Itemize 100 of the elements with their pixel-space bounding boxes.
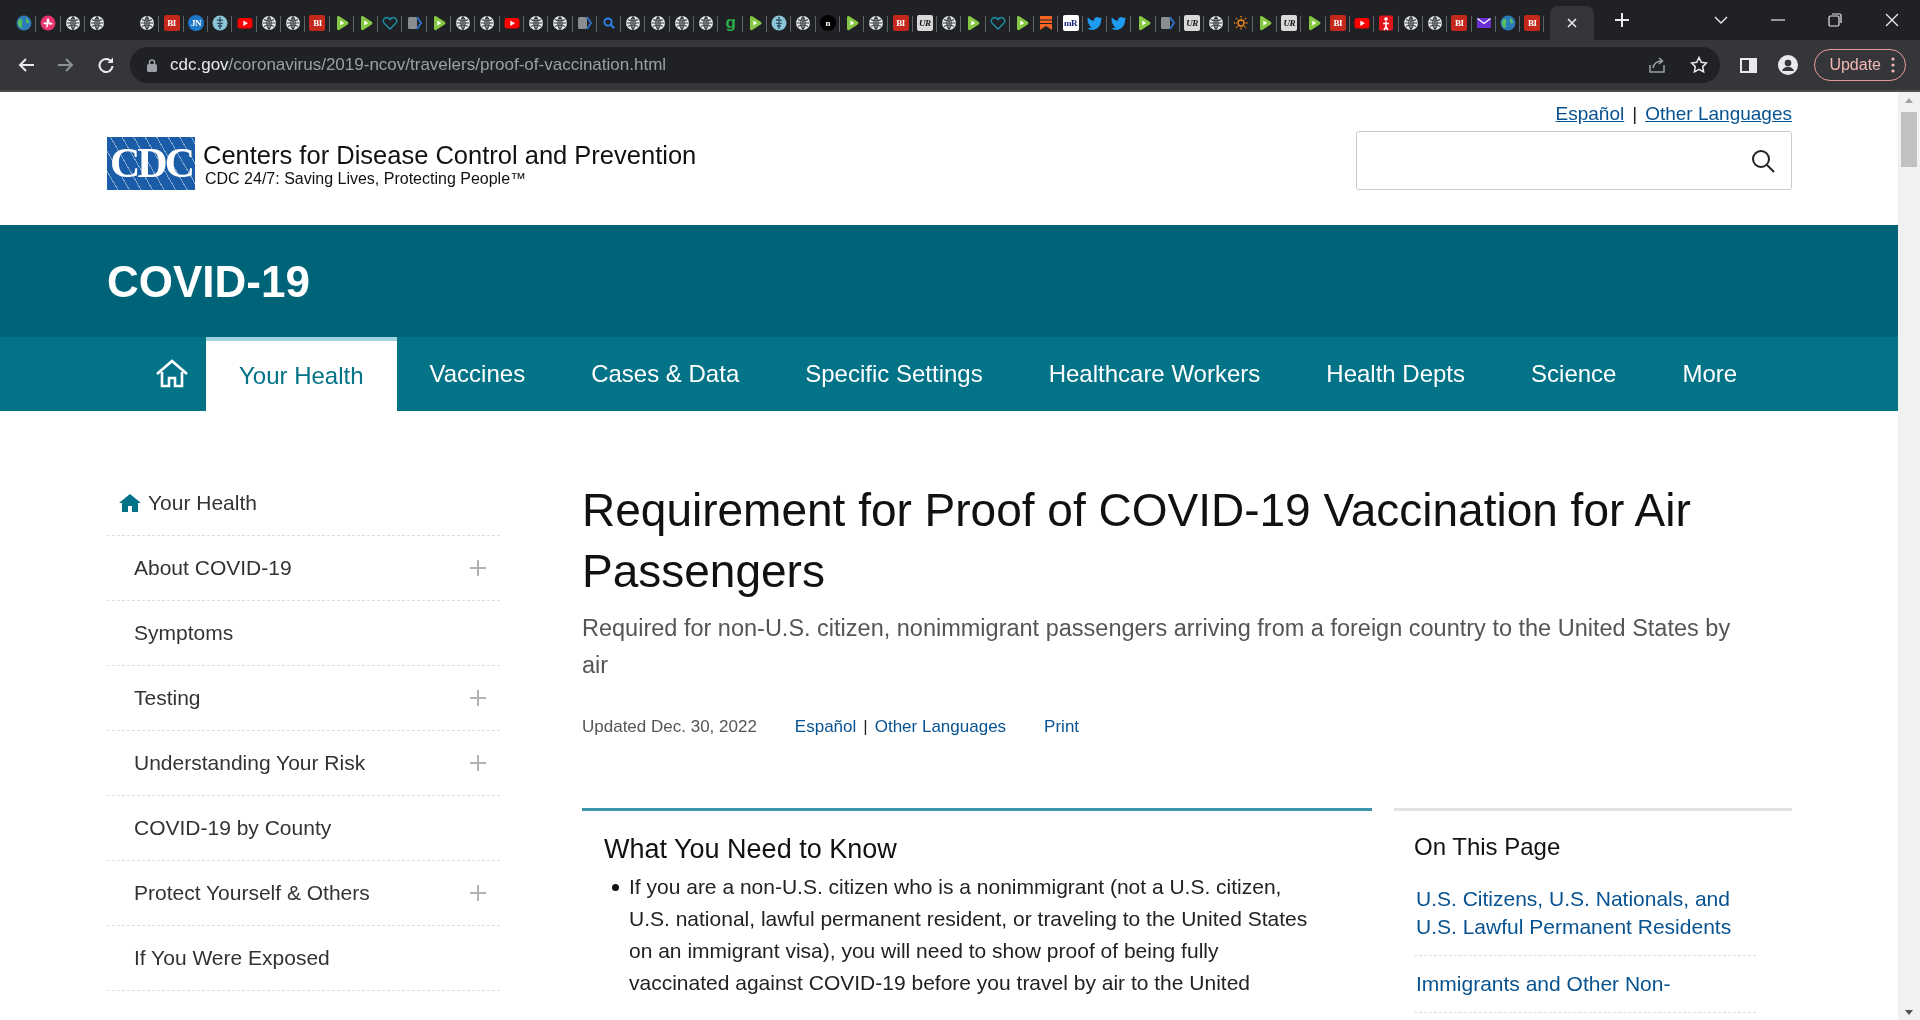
home-icon [154, 359, 189, 389]
updated-date: Updated Dec. 30, 2022 [582, 717, 757, 737]
globe-icon [698, 15, 715, 31]
globe-icon [528, 15, 545, 31]
globe-icon [260, 15, 277, 31]
reload-icon[interactable] [97, 56, 115, 74]
globe-icon [139, 15, 156, 31]
browser-tab[interactable]: mR [1058, 6, 1083, 40]
site-logo: n [819, 15, 836, 31]
nav-tab[interactable]: Health Depts [1293, 337, 1499, 411]
search-field[interactable] [1356, 131, 1792, 190]
cdc-logo[interactable]: CDC [107, 137, 195, 190]
site-tagline: CDC 24/7: Saving Lives, Protecting People™ [205, 169, 528, 188]
site-logo: BI [309, 15, 326, 31]
nav-tab[interactable]: Vaccines [396, 337, 559, 411]
site-logo: BI [1524, 15, 1541, 31]
play-icon [358, 15, 374, 31]
close-icon[interactable] [1883, 12, 1900, 28]
bookmark-icon [1038, 15, 1055, 31]
sidebar-link[interactable]: Understanding Your Risk [134, 751, 470, 775]
home-icon [118, 492, 142, 514]
language-link[interactable]: Other Languages [874, 717, 1007, 737]
globe-icon [673, 15, 690, 31]
play-icon [965, 15, 982, 31]
bullet-icon [612, 884, 619, 891]
browser-tab[interactable]: BI [1447, 6, 1472, 40]
video-play-icon [1354, 15, 1371, 31]
card-heading: On This Page [1414, 832, 1562, 862]
envelope-icon [1475, 15, 1492, 31]
earth-icon [1499, 15, 1516, 31]
globe-icon [455, 15, 472, 31]
page-subtitle: Required for non-U.S. citizen, nonimmigrant passengers arriving from a foreign country to the United States by air [582, 614, 1732, 680]
chevron-icon [576, 15, 593, 31]
site-logo: mR [1062, 15, 1079, 31]
staff-icon [771, 15, 788, 31]
browser-tab[interactable]: JN [183, 6, 209, 40]
browser-tab[interactable]: BI [888, 6, 913, 40]
sidebar-link[interactable]: COVID-19 by County [134, 816, 486, 840]
new-tab-icon[interactable] [1614, 12, 1631, 28]
separator: | [1632, 103, 1638, 125]
browser-tab[interactable]: UR [912, 6, 937, 40]
language-link[interactable]: Español [1555, 103, 1625, 125]
chevron-icon [406, 15, 423, 31]
toc-link[interactable]: Immigrants and Other Non- [1414, 970, 1756, 1013]
star-icon[interactable] [1690, 56, 1709, 74]
close-icon[interactable] [1566, 17, 1579, 29]
back-arrow-icon[interactable] [17, 56, 35, 74]
nav-tab[interactable]: Healthcare Workers [1015, 337, 1294, 411]
globe-icon [625, 15, 642, 31]
url-path[interactable]: /coronavirus/2019-ncov/travelers/proof-of-vaccination.html [228, 55, 667, 75]
search-icon [600, 15, 617, 31]
browser-tab[interactable]: n [815, 6, 840, 40]
browser-tab[interactable]: UR [1179, 6, 1205, 40]
url-host[interactable]: cdc.gov [170, 55, 229, 75]
sun-icon [1232, 15, 1249, 31]
globe-icon [1402, 15, 1419, 31]
globe-icon [941, 15, 958, 31]
sidebar-link[interactable]: Symptoms [134, 621, 486, 645]
language-link[interactable]: Other Languages [1645, 103, 1792, 125]
forward-arrow-icon[interactable] [57, 56, 75, 74]
browser-tab[interactable]: UR [1277, 6, 1302, 40]
sidebar-link[interactable]: Testing [134, 686, 470, 710]
search-icon[interactable] [1751, 148, 1775, 173]
nav-tab[interactable]: Science [1498, 337, 1650, 411]
browser-tab[interactable] [1550, 6, 1595, 40]
nav-tab[interactable]: Specific Settings [772, 337, 1016, 411]
heart-icon [989, 15, 1006, 31]
globe-icon [1208, 15, 1225, 31]
site-logo: BI [892, 15, 909, 31]
site-logo: JN [187, 15, 204, 31]
profile-icon[interactable] [1778, 55, 1799, 75]
play-icon [1257, 15, 1273, 31]
section-title: COVID-19 [107, 256, 311, 308]
globe-icon [89, 15, 106, 31]
browser-tab[interactable]: g [718, 6, 743, 40]
browser-tab[interactable]: BI [159, 6, 184, 40]
sidebar-link[interactable]: Your Health [148, 491, 486, 515]
separator: | [863, 717, 868, 737]
browser-tab[interactable]: BI [1325, 6, 1351, 40]
print-link[interactable]: Print [1044, 717, 1080, 737]
sidebar-link[interactable]: Protect Yourself & Others [134, 881, 470, 905]
sidebar-link[interactable]: If You Were Exposed [134, 946, 486, 970]
site-logo: UR [1281, 15, 1298, 31]
restore-icon[interactable] [1826, 12, 1843, 28]
share-icon[interactable] [1648, 56, 1667, 74]
nav-tab[interactable]: Your Health [206, 337, 397, 411]
browser-tab[interactable]: BI [1520, 6, 1545, 40]
bird-icon [1111, 15, 1128, 31]
sidebar-link[interactable]: About COVID-19 [134, 556, 470, 580]
nav-tab[interactable]: Cases & Data [558, 337, 773, 411]
bird-icon [1086, 15, 1103, 31]
language-link[interactable]: Español [794, 717, 857, 737]
flower-icon [40, 15, 57, 31]
more-icon[interactable] [1891, 56, 1895, 74]
lock-icon[interactable] [146, 57, 158, 73]
nav-tab[interactable]: More [1649, 337, 1771, 411]
toc-link[interactable]: U.S. Citizens, U.S. Nationals, and U.S. Lawful Permanent Residents [1414, 885, 1756, 956]
side-panel-icon[interactable] [1739, 56, 1757, 74]
globe-icon [552, 15, 569, 31]
browser-tab[interactable]: BI [305, 6, 330, 40]
